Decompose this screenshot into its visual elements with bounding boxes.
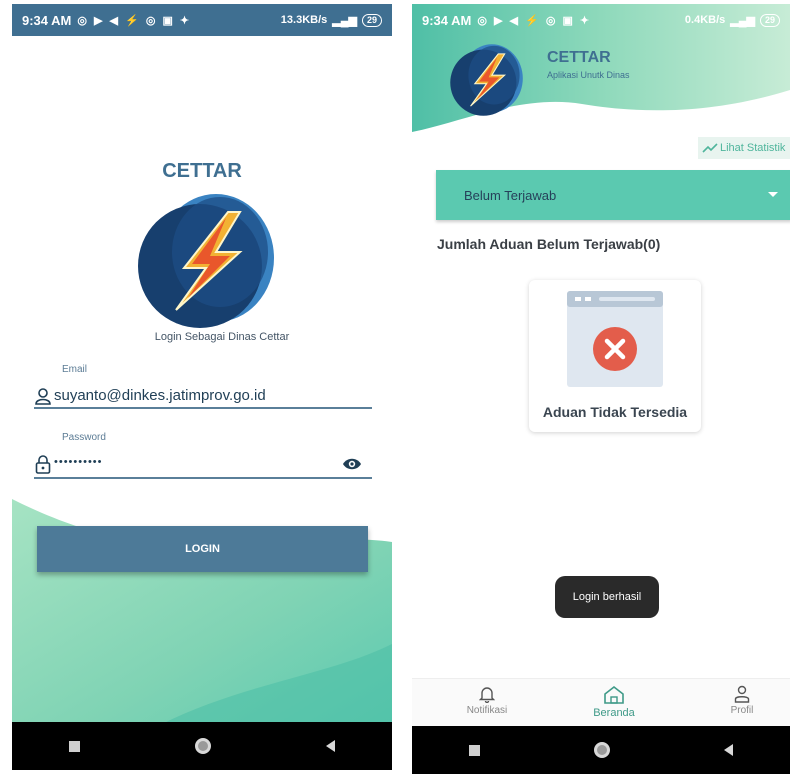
caret-down-icon xyxy=(768,192,778,197)
network-speed: 0.4KB/s xyxy=(684,14,726,26)
email-label: Email xyxy=(62,364,88,375)
empty-state-card: Aduan Tidak Tersedia xyxy=(529,280,701,432)
login-button[interactable]: LOGIN xyxy=(37,526,368,572)
person-icon xyxy=(734,685,750,703)
password-label: Password xyxy=(62,432,106,443)
bell-icon xyxy=(479,687,495,703)
email-field[interactable]: suyanto@dinkes.jatimprov.go.id xyxy=(54,387,266,404)
system-nav-bar xyxy=(12,722,392,770)
window-error-icon xyxy=(567,291,663,387)
lock-icon xyxy=(35,455,51,474)
network-speed: 13.3KB/s xyxy=(280,14,328,26)
dropdown-value: Belum Terjawab xyxy=(464,187,557,203)
notification-icons: ◎ ▶ ◀ ⚡ ◎ ▣ ✦ xyxy=(477,14,592,27)
password-underline xyxy=(34,477,372,479)
toast-message: Login berhasil xyxy=(555,576,659,618)
home-icon[interactable] xyxy=(194,738,211,754)
nav-notifications-label: Notifikasi xyxy=(466,705,508,716)
nav-home-label: Beranda xyxy=(593,707,635,719)
home-screen: 9:34 AM ◎ ▶ ◀ ⚡ ◎ ▣ ✦ 0.4KB/s ▂▄▆ 29 CET… xyxy=(412,4,790,774)
nav-notifications[interactable]: Notifikasi xyxy=(447,685,527,716)
status-filter-dropdown[interactable]: Belum Terjawab xyxy=(436,170,790,220)
decorative-wave xyxy=(12,499,392,724)
signal-icon: ▂▄▆ xyxy=(730,14,755,27)
status-time: 9:34 AM xyxy=(422,12,472,28)
status-bar: 9:34 AM ◎ ▶ ◀ ⚡ ◎ ▣ ✦ 0.4KB/s ▂▄▆ 29 xyxy=(412,4,790,36)
trending-up-icon xyxy=(702,143,718,153)
nav-home[interactable]: Beranda xyxy=(574,685,654,719)
recent-apps-icon[interactable] xyxy=(469,744,480,756)
app-title: CETTAR xyxy=(162,160,242,182)
recent-apps-icon[interactable] xyxy=(69,740,81,752)
home-icon xyxy=(604,685,624,704)
complaint-count-heading: Jumlah Aduan Belum Terjawab(0) xyxy=(437,236,661,252)
login-screen: 9:34 AM ◎ ▶ ◀ ⚡ ◎ ▣ ✦ 13.3KB/s ▂▄▆ 29 CE… xyxy=(12,4,392,770)
login-subtitle: Login Sebagai Dinas Cettar xyxy=(154,331,290,343)
signal-icon: ▂▄▆ xyxy=(332,14,357,27)
status-time: 9:34 AM xyxy=(22,12,72,28)
notification-icons: ◎ ▶ ◀ ⚡ ◎ ▣ ✦ xyxy=(77,14,192,27)
app-subtitle: Aplikasi Unutk Dinas xyxy=(547,70,630,80)
user-icon xyxy=(35,388,51,405)
battery-icon: 29 xyxy=(361,13,382,27)
eye-icon[interactable] xyxy=(342,457,362,471)
nav-profile[interactable]: Profil xyxy=(702,685,782,716)
statistics-link[interactable]: Lihat Statistik xyxy=(698,137,790,159)
email-underline xyxy=(34,407,372,409)
empty-state-text: Aduan Tidak Tersedia xyxy=(542,404,688,420)
statistics-link-label: Lihat Statistik xyxy=(720,142,786,154)
bottom-navigation: Notifikasi Beranda Profil xyxy=(412,678,790,726)
password-field[interactable]: •••••••••• xyxy=(54,456,103,468)
system-nav-bar xyxy=(412,726,790,774)
status-bar: 9:34 AM ◎ ▶ ◀ ⚡ ◎ ▣ ✦ 13.3KB/s ▂▄▆ 29 xyxy=(12,4,392,36)
back-icon[interactable] xyxy=(724,744,733,756)
battery-icon: 29 xyxy=(759,13,780,27)
back-icon[interactable] xyxy=(325,740,335,752)
home-button-icon[interactable] xyxy=(594,742,610,758)
nav-profile-label: Profil xyxy=(730,705,754,716)
cettar-logo xyxy=(450,44,523,116)
app-title: CETTAR xyxy=(547,49,611,66)
cettar-logo xyxy=(138,194,274,328)
